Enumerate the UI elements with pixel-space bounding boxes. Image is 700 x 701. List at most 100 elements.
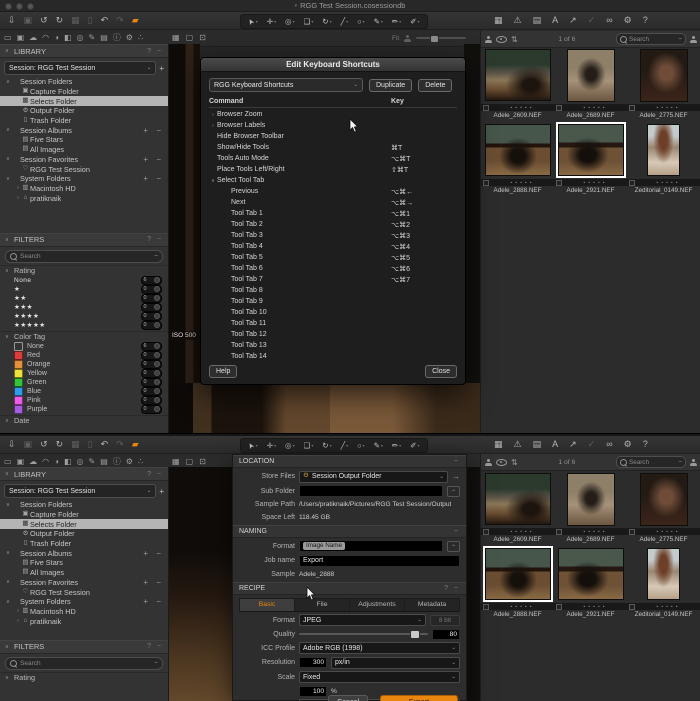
filter-toggle-dot[interactable] xyxy=(154,295,160,301)
before-after-icon[interactable]: ✓ xyxy=(588,440,596,449)
library-tree-item[interactable]: › ⌂ pratiknaik xyxy=(0,616,168,626)
library-tree-item[interactable]: ▦ Selects Folder xyxy=(0,96,168,106)
command-column-header[interactable]: Command xyxy=(209,98,391,105)
thumbnail-image[interactable] xyxy=(485,124,551,176)
close-button[interactable]: Close xyxy=(425,365,457,378)
single-view-icon[interactable]: ▢ xyxy=(186,458,194,466)
colortag-filter-row[interactable]: None 6 xyxy=(0,342,168,351)
eye-icon[interactable] xyxy=(496,36,507,43)
shortcut-key-value[interactable]: ⌘T xyxy=(391,144,402,152)
thumbnail-cell[interactable]: • • • • • Zeditorial_0149.NEF xyxy=(627,123,700,195)
thumbnail-checkbox[interactable] xyxy=(556,105,562,111)
help-icon[interactable]: ? xyxy=(643,16,648,25)
thumbnail-image[interactable] xyxy=(567,49,615,102)
export-button[interactable]: Export xyxy=(380,695,458,701)
thumbnail-cell[interactable]: • • • • • Adele_2775.NEF xyxy=(627,48,700,120)
library-tree-item[interactable]: ∨ System Folders + − xyxy=(0,597,168,607)
tooltab-library-icon[interactable]: ▭ xyxy=(4,34,12,42)
filters-header[interactable]: ∨ FILTERS ? − xyxy=(0,233,168,247)
thumbnail-star-dots[interactable]: • • • • • xyxy=(637,105,698,110)
colortag-section-header[interactable]: ∨ Color Tag xyxy=(0,331,168,342)
capture-icon[interactable]: ▣ xyxy=(24,16,33,25)
proof-view-icon[interactable]: ⊡ xyxy=(199,458,206,466)
draw-mask-tool-icon[interactable]: ✎▾ xyxy=(374,18,383,26)
library-tree-item[interactable]: ▤ Five Stars xyxy=(0,558,168,568)
tooltab-adjustments-icon[interactable]: ✎ xyxy=(89,34,96,42)
thumbnail-star-dots[interactable]: • • • • • xyxy=(564,529,625,534)
draw-mask-tool-icon[interactable]: ✎▾ xyxy=(374,442,383,450)
thumbnail-checkbox[interactable] xyxy=(556,529,562,535)
resolution-unit-select[interactable]: px/in ⌄ xyxy=(331,657,460,669)
browser-search-input[interactable]: Search − xyxy=(616,456,686,468)
import-images-icon[interactable]: ⇩ xyxy=(8,440,16,449)
sub-folder-token-button[interactable]: − xyxy=(447,486,460,497)
grid-overlay-icon[interactable]: ▤ xyxy=(533,440,542,449)
tooltab-library-icon[interactable]: ▭ xyxy=(4,458,12,466)
icc-profile-select[interactable]: Adobe RGB (1998) ⌄ xyxy=(299,642,460,654)
library-tree-item[interactable]: ∨ Session Favorites + − xyxy=(0,578,168,588)
job-name-input[interactable]: Export xyxy=(299,555,460,567)
tooltab-color-icon[interactable]: ◑ xyxy=(54,458,59,466)
resolution-input[interactable]: 300 xyxy=(299,657,327,668)
shortcut-key-value[interactable]: ⌥⌘3 xyxy=(391,232,410,240)
browser-search-input[interactable]: Search − xyxy=(616,33,686,45)
library-tree-item[interactable]: ▦ Selects Folder xyxy=(0,519,168,529)
shortcut-row[interactable]: Tool Tab 11 xyxy=(209,318,457,329)
thumbnail-cell[interactable]: • • • • • Adele_2888.NEF xyxy=(481,547,554,619)
undo-icon[interactable]: ↶ xyxy=(101,16,109,25)
format-token[interactable]: Image Name xyxy=(303,542,345,550)
zoom-fit-label[interactable]: Fit xyxy=(392,35,399,42)
thumbnail-checkbox[interactable] xyxy=(483,604,489,610)
tree-disclosure-icon[interactable]: ∨ xyxy=(5,156,11,162)
thumbnail-image[interactable] xyxy=(647,548,680,600)
shortcut-row[interactable]: › Browser Zoom xyxy=(209,109,457,120)
tree-item-add-remove[interactable]: + − xyxy=(143,549,164,558)
library-tree-item[interactable]: ⚙ Output Folder xyxy=(0,529,168,539)
library-tree-item[interactable]: ♡ RGG Test Session xyxy=(0,164,168,174)
shortcut-row[interactable]: Previous ⌥⌘← xyxy=(209,186,457,197)
shortcut-row[interactable]: Tools Auto Mode ⌥⌘T xyxy=(209,153,457,164)
proofing-icon[interactable]: ∞ xyxy=(606,440,612,449)
grid-view-icon[interactable]: ▦ xyxy=(172,458,180,466)
shortcut-row[interactable]: Tool Tab 4 ⌥⌘4 xyxy=(209,241,457,252)
tree-disclosure-icon[interactable]: ∨ xyxy=(5,599,11,605)
user-icon[interactable] xyxy=(690,36,697,43)
spot-removal-tool-icon[interactable]: ○▾ xyxy=(357,442,365,450)
thumbnail-star-dots[interactable]: • • • • • xyxy=(491,180,552,185)
shortcut-key-value[interactable]: ⌥⌘→ xyxy=(391,199,413,207)
filters-search-clear[interactable]: − xyxy=(154,253,158,260)
thumbnail-checkbox[interactable] xyxy=(629,105,635,111)
annotations-icon[interactable]: A xyxy=(552,16,558,25)
thumbnail-image[interactable] xyxy=(558,548,624,600)
scale-percent-input[interactable]: 100 xyxy=(299,686,327,697)
colortag-filter-row[interactable]: Orange 0 xyxy=(0,360,168,369)
shortcut-row[interactable]: Tool Tab 6 ⌥⌘6 xyxy=(209,263,457,274)
store-files-select[interactable]: ⚙ Session Output Folder ⌄ xyxy=(299,471,448,483)
copy-adjustments-icon[interactable]: ▦ xyxy=(71,16,80,25)
quality-slider[interactable] xyxy=(299,633,428,635)
window-zoom-button[interactable] xyxy=(27,3,34,10)
library-tree-item[interactable]: ▤ All Images xyxy=(0,568,168,578)
rotate-ccw-icon[interactable]: ↺ xyxy=(40,440,48,449)
thumbnail-star-dots[interactable]: • • • • • xyxy=(637,529,698,534)
import-images-icon[interactable]: ⇩ xyxy=(8,16,16,25)
tree-item-add-remove[interactable]: + − xyxy=(143,126,164,135)
library-tree-item[interactable]: ∨ System Folders + − xyxy=(0,174,168,184)
library-tree-item[interactable]: › ▥ Macintosh HD xyxy=(0,607,168,617)
grid-view-icon[interactable]: ▦ xyxy=(172,34,180,42)
shortcut-key-value[interactable]: ⌥⌘T xyxy=(391,155,410,163)
colortag-filter-row[interactable]: Pink 0 xyxy=(0,396,168,405)
shortcut-row[interactable]: › Browser Labels xyxy=(209,120,457,131)
thumbnail-star-dots[interactable]: • • • • • xyxy=(637,180,698,185)
shortcut-row[interactable]: Tool Tab 1 ⌥⌘1 xyxy=(209,208,457,219)
shortcut-key-value[interactable]: ⌥⌘2 xyxy=(391,221,410,229)
thumbnail-image[interactable] xyxy=(567,473,615,526)
tooltab-adjustments-icon[interactable]: ✎ xyxy=(89,458,96,466)
rating-filter-row[interactable]: ★ 0 xyxy=(0,285,168,294)
crop-outside-icon[interactable]: ↗ xyxy=(569,16,577,25)
add-session-button[interactable]: + xyxy=(159,64,164,73)
recipe-tab[interactable]: Metadata xyxy=(405,599,459,611)
filter-toggle-dot[interactable] xyxy=(154,304,160,310)
shortcut-row[interactable]: Tool Tab 14 xyxy=(209,351,457,362)
filter-count-badge[interactable]: 0 xyxy=(141,396,162,405)
